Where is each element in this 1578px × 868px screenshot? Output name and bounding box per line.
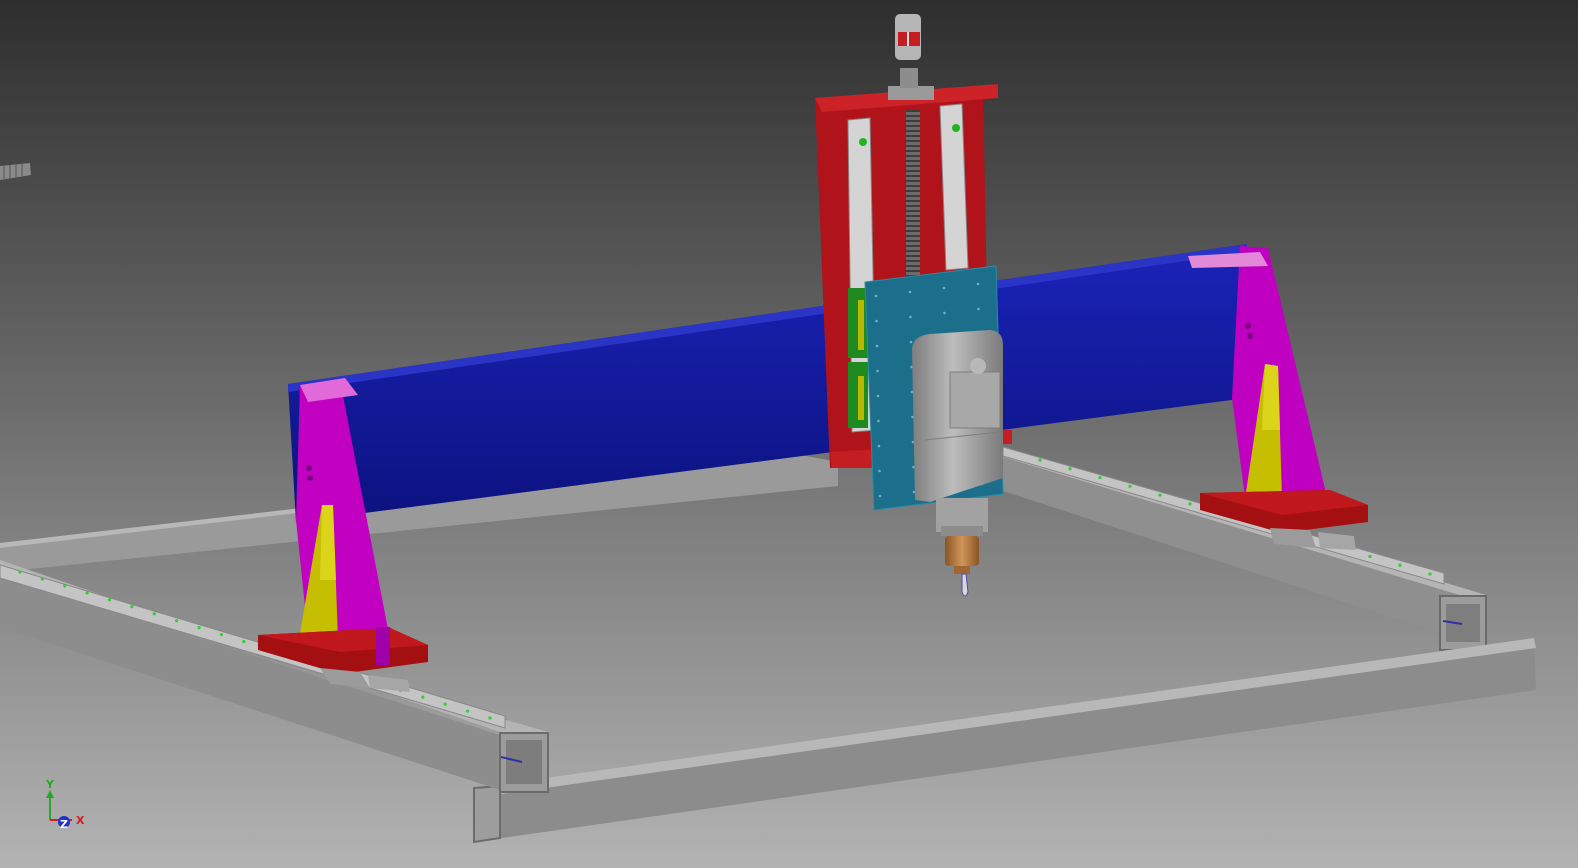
plate-hole xyxy=(909,315,912,319)
plate-hole xyxy=(874,294,878,298)
rail-hole xyxy=(488,716,492,720)
rail-hole xyxy=(1038,458,1042,462)
rail-hole xyxy=(1158,493,1162,497)
plate-hole xyxy=(943,311,946,315)
plate-hole xyxy=(908,290,912,294)
rail-hole xyxy=(63,584,67,588)
rail-hole xyxy=(175,619,179,623)
rail-hole xyxy=(40,577,44,581)
plate-hole xyxy=(877,444,881,448)
rail-hole xyxy=(152,612,156,616)
plate-hole xyxy=(876,369,879,373)
rail-hole xyxy=(242,639,246,644)
rail-hole xyxy=(1188,502,1192,506)
plate-hole xyxy=(875,319,878,323)
plate-hole xyxy=(877,419,880,423)
rail-hole xyxy=(1068,467,1072,471)
rail-hole xyxy=(85,591,89,595)
plate-hole xyxy=(878,494,882,498)
z-carriage-bearing-blocks[interactable] xyxy=(848,288,868,428)
plate-hole xyxy=(976,282,980,286)
rail-hole xyxy=(197,626,201,630)
rail-hole xyxy=(1368,554,1372,559)
rail-hole xyxy=(219,632,224,637)
triad-y-label: Y xyxy=(45,778,55,791)
plate-hole xyxy=(942,286,946,290)
cnc-router-model[interactable]: Y X Z xyxy=(0,0,1578,868)
plate-hole xyxy=(875,344,879,348)
rail-hole xyxy=(1428,572,1432,576)
rail-hole xyxy=(18,570,22,574)
plate-hole xyxy=(909,340,913,344)
triad-z-label: Z xyxy=(60,818,68,831)
z-axis-leadscrew[interactable] xyxy=(906,110,920,280)
rail-hole xyxy=(443,702,447,706)
plate-hole xyxy=(876,394,880,398)
rail-hole xyxy=(466,709,470,713)
model-viewport[interactable]: Y X Z xyxy=(0,0,1578,868)
rail-hole xyxy=(1098,475,1102,480)
rail-hole xyxy=(1128,484,1132,488)
rail-hole xyxy=(421,695,425,699)
rail-hole xyxy=(107,598,112,602)
plate-hole xyxy=(977,307,980,311)
rail-hole xyxy=(130,605,134,609)
triad-x-label: X xyxy=(76,814,85,827)
rail-hole xyxy=(1398,563,1402,567)
plate-hole xyxy=(878,469,881,473)
